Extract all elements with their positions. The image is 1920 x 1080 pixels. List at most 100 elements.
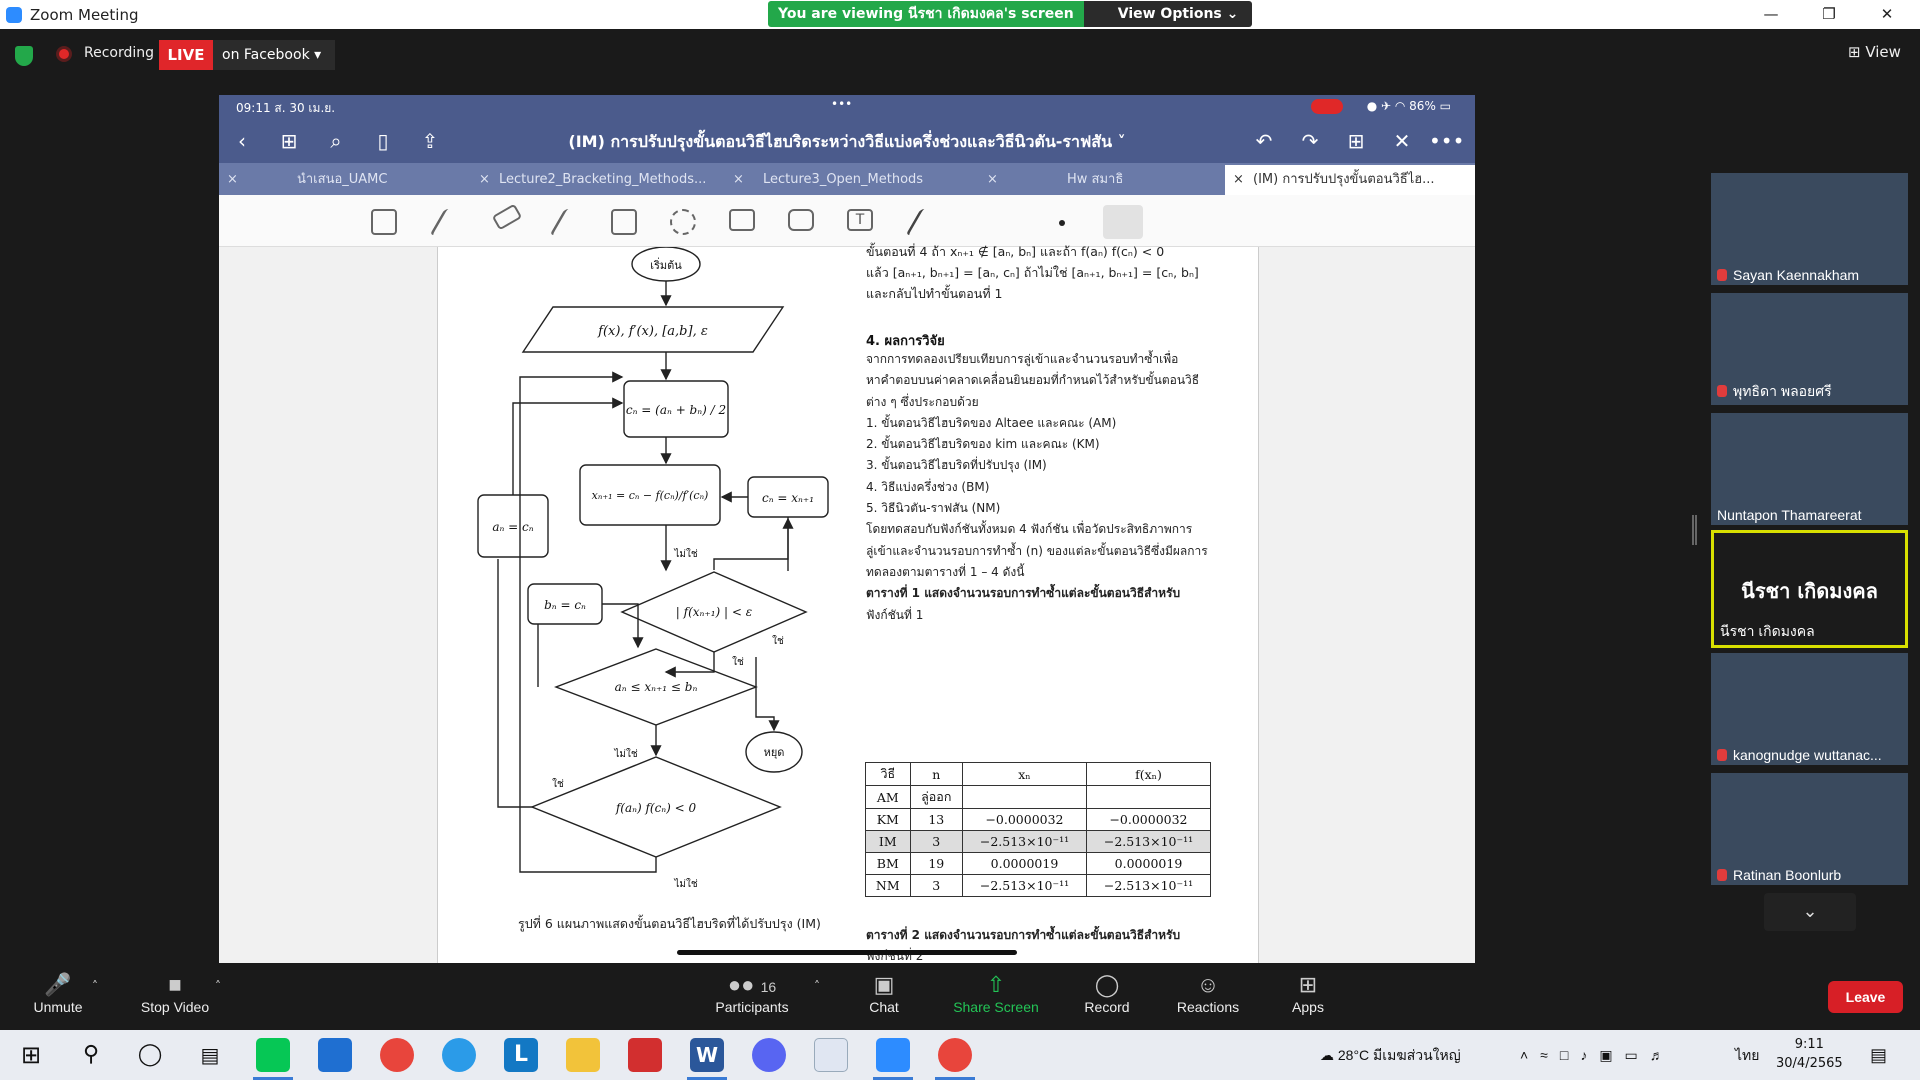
tab-hw[interactable]: × Hw สมาธิ bbox=[979, 165, 1231, 195]
taskbar-clock[interactable]: 9:11 30/4/2565 bbox=[1776, 1035, 1843, 1073]
notifications-icon[interactable]: ▤ bbox=[1870, 1030, 1887, 1080]
participant-tile[interactable]: Ratinan Boonlurb bbox=[1711, 773, 1908, 885]
chrome-app-icon[interactable] bbox=[380, 1038, 414, 1072]
lasso-icon[interactable] bbox=[670, 209, 696, 235]
table-row: KM 13 −0.0000032 −0.0000032 bbox=[865, 808, 1212, 831]
share-screen-button[interactable]: ⇧ Share Screen bbox=[950, 971, 1042, 1015]
system-tray-icons[interactable]: ˄≈□♪▣▭♬ bbox=[1520, 1030, 1676, 1080]
zoom-app-icon[interactable] bbox=[876, 1038, 910, 1072]
unmute-button[interactable]: 🎤 Unmute bbox=[28, 971, 88, 1015]
task-view-icon[interactable]: ▤ bbox=[193, 1038, 227, 1072]
view-options-button[interactable]: View Options ⌄ bbox=[1083, 1, 1253, 27]
eraser-icon[interactable] bbox=[491, 203, 523, 231]
view-button[interactable]: ⊞ View bbox=[1848, 43, 1901, 61]
minimize-button[interactable]: — bbox=[1742, 0, 1800, 29]
participant-tile[interactable]: พุทธิดา พลอยศรี bbox=[1711, 293, 1908, 405]
record-button[interactable]: ◯ Record bbox=[1082, 971, 1132, 1015]
leave-button[interactable]: Leave bbox=[1828, 981, 1903, 1013]
text-line: ตารางที่ 2 แสดงจำนวนรอบการทำซ้ำแต่ละขั้น… bbox=[866, 928, 1181, 942]
l-app-icon[interactable]: L bbox=[504, 1038, 538, 1072]
panel-resize-handle[interactable] bbox=[1692, 515, 1697, 545]
undo-icon[interactable]: ↶ bbox=[1251, 128, 1277, 154]
table-cell: 13 bbox=[909, 808, 963, 831]
recording-icon bbox=[56, 46, 72, 62]
stroke-dot-icon[interactable] bbox=[1059, 220, 1065, 226]
add-page-icon[interactable]: ⊞ bbox=[1343, 128, 1369, 154]
text-tool-icon[interactable]: T bbox=[847, 209, 873, 231]
mail-app-icon[interactable] bbox=[318, 1038, 352, 1072]
table-cell: 0.0000019 bbox=[961, 852, 1087, 875]
participant-tile[interactable]: Sayan Kaennakham bbox=[1711, 173, 1908, 285]
more-participants-button[interactable]: ⌄ bbox=[1764, 893, 1856, 931]
stroke-curve-icon[interactable] bbox=[1103, 205, 1143, 239]
chrome-profile-app-icon[interactable] bbox=[938, 1038, 972, 1072]
page-scrollbar[interactable] bbox=[677, 950, 1017, 955]
shapes-icon[interactable] bbox=[611, 209, 637, 235]
word-doc-app-icon[interactable] bbox=[814, 1038, 848, 1072]
participants-caret-icon[interactable]: ˄ bbox=[814, 979, 820, 993]
table-header-row: วิธี n xₙ f(xₙ) bbox=[865, 762, 1212, 786]
edge-app-icon[interactable] bbox=[442, 1038, 476, 1072]
tab-close-icon[interactable]: × bbox=[479, 165, 490, 195]
zoom-window: Zoom Meeting You are viewing นีรชา เกิดม… bbox=[0, 0, 1920, 1080]
encryption-shield-icon[interactable] bbox=[15, 46, 33, 66]
chat-button[interactable]: ▣ Chat bbox=[864, 971, 904, 1015]
clock-time: 9:11 bbox=[1794, 1037, 1824, 1052]
muted-mic-icon bbox=[1717, 385, 1727, 397]
tab-label: Hw สมาธิ bbox=[1067, 172, 1124, 187]
fc-bracket-label: aₙ ≤ xₙ₊₁ ≤ bₙ bbox=[615, 680, 698, 694]
muted-mic-icon bbox=[1717, 869, 1727, 881]
lasso-select-icon[interactable] bbox=[371, 209, 397, 235]
redo-icon[interactable]: ↷ bbox=[1297, 128, 1323, 154]
close-doc-icon[interactable]: ✕ bbox=[1389, 128, 1415, 154]
table-cell: KM bbox=[865, 808, 911, 831]
participant-tile[interactable]: kanognudge wuttanac... bbox=[1711, 653, 1908, 765]
stop-video-button[interactable]: ■ Stop Video bbox=[133, 971, 217, 1015]
recording-label[interactable]: Recording bbox=[84, 45, 154, 61]
input-language[interactable]: ไทย bbox=[1735, 1030, 1759, 1080]
text-line: ขั้นตอนที่ 4 ถ้า xₙ₊₁ ∉ [aₙ, bₙ] และถ้า … bbox=[866, 244, 1165, 259]
discord-app-icon[interactable] bbox=[752, 1038, 786, 1072]
tab-close-icon[interactable]: × bbox=[227, 165, 238, 195]
mcafee-icon[interactable] bbox=[628, 1038, 662, 1072]
video-options-caret-icon[interactable]: ˄ bbox=[215, 979, 221, 993]
laser-pointer-icon[interactable] bbox=[905, 209, 931, 235]
line-app-icon[interactable] bbox=[256, 1038, 290, 1072]
live-target-dropdown[interactable]: on Facebook ▾ bbox=[213, 40, 335, 70]
text-line: หาคำตอบบนค่าคลาดเคลื่อนยินยอมที่กำหนดไว้… bbox=[866, 373, 1200, 388]
document-title[interactable]: (IM) การปรับปรุงขั้นตอนวิธีไฮบริดระหว่าง… bbox=[219, 130, 1475, 155]
participant-tile-active-speaker[interactable]: นีรชา เกิดมงคล นีรชา เกิดมงคล bbox=[1711, 530, 1908, 648]
close-button[interactable]: ✕ bbox=[1858, 0, 1916, 29]
participant-count: 16 bbox=[760, 979, 777, 995]
tab-lecture2[interactable]: × Lecture2_Bracketing_Methods... bbox=[471, 165, 725, 195]
cortana-icon[interactable]: ◯ bbox=[133, 1038, 167, 1072]
camera-icon[interactable] bbox=[788, 209, 814, 231]
tab-close-icon[interactable]: × bbox=[987, 165, 998, 195]
figure-caption: รูปที่ 6 แผนภาพแสดงขั้นตอนวิธีไฮบริดที่ไ… bbox=[518, 916, 821, 931]
more-icon[interactable]: ••• bbox=[1429, 128, 1464, 154]
tab-im-paper[interactable]: × (IM) การปรับปรุงขั้นตอนวิธีไฮ... bbox=[1225, 165, 1475, 195]
participants-button[interactable]: ●● 16 Participants bbox=[710, 971, 794, 1015]
tab-lecture3[interactable]: × Lecture3_Open_Methods bbox=[725, 165, 979, 195]
participant-tile[interactable]: Nuntapon Thamareerat bbox=[1711, 413, 1908, 525]
pen-icon[interactable] bbox=[429, 209, 455, 235]
search-icon[interactable]: ⚲ bbox=[74, 1038, 108, 1072]
tab-uamc[interactable]: × นำเสนอ_UAMC bbox=[219, 165, 471, 195]
paper-top-text: ขั้นตอนที่ 4 ถ้า xₙ₊₁ ∉ [aₙ, bₙ] และถ้า … bbox=[866, 241, 1246, 304]
file-explorer-icon[interactable] bbox=[566, 1038, 600, 1072]
table-cell bbox=[961, 785, 1087, 809]
table-cell: −2.513×10⁻¹¹ bbox=[1085, 830, 1212, 853]
apps-button[interactable]: ⊞ Apps bbox=[1288, 971, 1328, 1015]
image-icon[interactable] bbox=[729, 209, 755, 231]
tab-close-icon[interactable]: × bbox=[1233, 165, 1244, 195]
highlighter-icon[interactable] bbox=[549, 209, 575, 235]
word-app-icon[interactable]: W bbox=[690, 1038, 724, 1072]
fc-arrow-seta bbox=[512, 397, 624, 495]
restore-button[interactable]: ❐ bbox=[1800, 0, 1858, 29]
table-cell bbox=[1085, 785, 1212, 809]
windows-start-icon[interactable]: ⊞ bbox=[12, 1038, 50, 1072]
tab-close-icon[interactable]: × bbox=[733, 165, 744, 195]
weather-widget[interactable]: ☁ 28°C มีเมฆส่วนใหญ่ bbox=[1320, 1030, 1461, 1080]
audio-options-caret-icon[interactable]: ˄ bbox=[92, 979, 98, 993]
reactions-button[interactable]: ☺ Reactions bbox=[1172, 971, 1244, 1015]
